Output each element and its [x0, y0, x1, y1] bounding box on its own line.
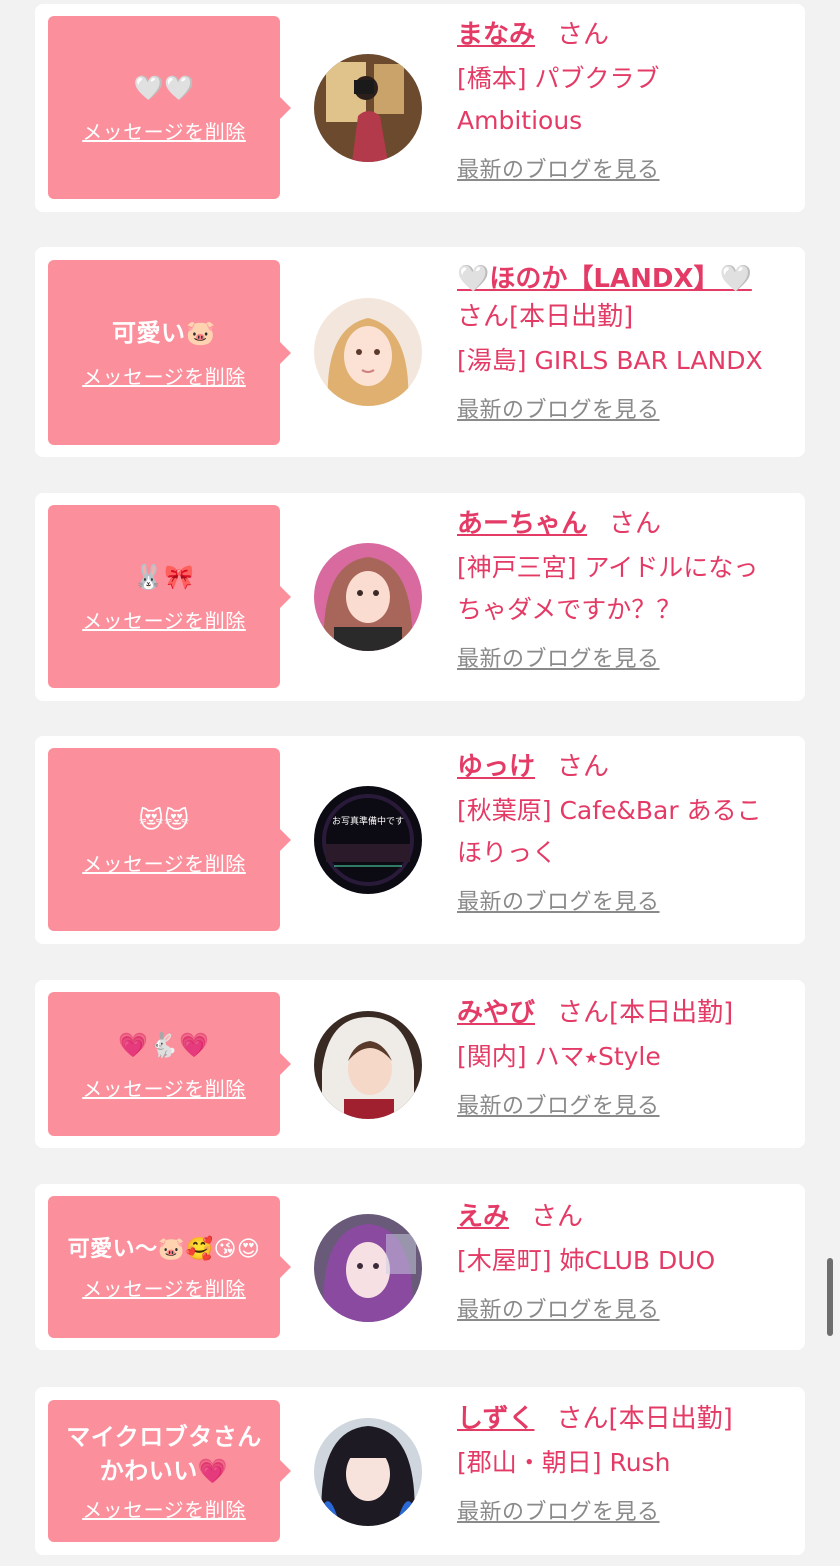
cast-name-link[interactable]: まなみ [457, 20, 535, 50]
shop-line: [郡山・朝日] Rush [457, 1448, 671, 1477]
scrollbar[interactable] [827, 1258, 833, 1336]
delete-message-link[interactable]: メッセージを削除 [82, 848, 246, 877]
avatar[interactable] [314, 298, 422, 406]
latest-blog-link[interactable]: 最新のブログを見る [457, 641, 660, 673]
message-bubble: 可愛い🐷 メッセージを削除 [48, 260, 291, 445]
latest-blog-link[interactable]: 最新のブログを見る [457, 1494, 660, 1526]
avatar[interactable] [314, 1011, 422, 1119]
list-item: 😻😻 メッセージを削除 お写真準備中です ゆっけ さん [秋葉原] Cafe&Ba… [35, 736, 805, 944]
name-suffix: さん [557, 752, 610, 782]
entry-info: まなみ さん [橋本] パブクラブ Ambitious 最新のブログを見る [457, 16, 797, 184]
message-bubble: 可愛い〜🐷🥰😘😍 メッセージを削除 [48, 1196, 291, 1338]
list-item: 可愛い🐷 メッセージを削除 🤍ほのか【LANDX】🤍 さん[本日出勤] [湯島]… [35, 247, 805, 457]
name-suffix: さん[本日出勤] [556, 1404, 733, 1434]
latest-blog-link[interactable]: 最新のブログを見る [457, 884, 660, 916]
entry-info: あーちゃん さん [神戸三宮] アイドルになっ ちゃダメですか？？ 最新のブログを… [457, 505, 797, 673]
shop-line: [秋葉原] Cafe&Bar あるこ [457, 796, 762, 825]
message-bubble: 🐰🎀 メッセージを削除 [48, 505, 291, 688]
entry-info: えみ さん [木屋町] 姉CLUB DUO 最新のブログを見る [457, 1198, 797, 1324]
cast-name-link[interactable]: えみ [457, 1202, 509, 1232]
cast-name-link[interactable]: しずく [457, 1404, 534, 1434]
avatar[interactable] [314, 1214, 422, 1322]
cast-name-link[interactable]: あーちゃん [457, 509, 587, 539]
message-bubble: マイクロブタさんかわいい💗 メッセージを削除 [48, 1400, 291, 1542]
cast-name-link[interactable]: みやび [457, 998, 535, 1028]
shop-info: [秋葉原] Cafe&Bar あるこ ほりっく [457, 790, 797, 874]
shop-info: [関内] ハマ⭑Style [457, 1036, 797, 1078]
delete-message-link[interactable]: メッセージを削除 [82, 1494, 246, 1523]
cast-name-link[interactable]: ゆっけ [457, 752, 535, 782]
message-text: 可愛い🐷 [112, 319, 216, 347]
message-bubble: 🤍🤍 メッセージを削除 [48, 16, 291, 199]
message-bubble: 😻😻 メッセージを削除 [48, 748, 291, 931]
name-suffix: さん [609, 509, 662, 539]
avatar[interactable] [314, 1418, 422, 1526]
shop-line: [湯島] GIRLS BAR LANDX [457, 346, 763, 375]
latest-blog-link[interactable]: 最新のブログを見る [457, 152, 660, 184]
shop-line: Ambitious [457, 106, 583, 135]
list-item: 🤍🤍 メッセージを削除 まなみ さん [橋本] パブクラブ Ambitious 最… [35, 4, 805, 212]
name-suffix: さん[本日出勤] [457, 302, 634, 332]
avatar[interactable] [314, 543, 422, 651]
message-bubble: 💗🐇💗 メッセージを削除 [48, 992, 291, 1136]
latest-blog-link[interactable]: 最新のブログを見る [457, 1088, 660, 1120]
message-text: マイクロブタさんかわいい💗 [66, 1422, 262, 1485]
list-item: 可愛い〜🐷🥰😘😍 メッセージを削除 えみ さん [木屋町] 姉CLUB DUO 最… [35, 1184, 805, 1350]
entry-info: 🤍ほのか【LANDX】🤍 さん[本日出勤] [湯島] GIRLS BAR LAN… [457, 260, 797, 424]
delete-message-link[interactable]: メッセージを削除 [82, 116, 246, 145]
shop-line: ほりっく [457, 838, 558, 867]
list-item: 💗🐇💗 メッセージを削除 みやび さん[本日出勤] [関内] ハマ⭑Style 最… [35, 980, 805, 1148]
shop-line: [橋本] パブクラブ [457, 64, 660, 93]
delete-message-link[interactable]: メッセージを削除 [82, 361, 246, 390]
latest-blog-link[interactable]: 最新のブログを見る [457, 392, 660, 424]
delete-message-link[interactable]: メッセージを削除 [82, 605, 246, 634]
shop-line: [関内] ハマ⭑Style [457, 1042, 661, 1071]
entry-info: みやび さん[本日出勤] [関内] ハマ⭑Style 最新のブログを見る [457, 994, 797, 1120]
shop-info: [郡山・朝日] Rush [457, 1442, 797, 1484]
cast-name-link[interactable]: 🤍ほのか【LANDX】🤍 [457, 264, 752, 294]
latest-blog-link[interactable]: 最新のブログを見る [457, 1292, 660, 1324]
message-text: 🐰🎀 [133, 563, 195, 591]
avatar[interactable]: お写真準備中です [314, 786, 422, 894]
avatar[interactable] [314, 54, 422, 162]
message-text: 可愛い〜🐷🥰😘😍 [67, 1236, 261, 1262]
shop-line: ちゃダメですか？？ [457, 595, 682, 624]
message-text: 😻😻 [138, 806, 190, 834]
shop-info: [木屋町] 姉CLUB DUO [457, 1240, 797, 1282]
name-suffix: さん [557, 20, 610, 50]
entry-info: しずく さん[本日出勤] [郡山・朝日] Rush 最新のブログを見る [457, 1400, 797, 1526]
message-text: 💗🐇💗 [118, 1030, 210, 1059]
name-suffix: さん [531, 1202, 584, 1232]
shop-info: [神戸三宮] アイドルになっ ちゃダメですか？？ [457, 547, 797, 631]
shop-info: [湯島] GIRLS BAR LANDX [457, 340, 797, 382]
shop-info: [橋本] パブクラブ Ambitious [457, 58, 797, 142]
entry-info: ゆっけ さん [秋葉原] Cafe&Bar あるこ ほりっく 最新のブログを見る [457, 748, 797, 916]
list-item: マイクロブタさんかわいい💗 メッセージを削除 しずく さん[本日出勤] [郡山・朝… [35, 1387, 805, 1555]
avatar-overlay-text: お写真準備中です [332, 815, 404, 827]
delete-message-link[interactable]: メッセージを削除 [82, 1273, 246, 1302]
message-text: 🤍🤍 [133, 74, 195, 102]
shop-line: [神戸三宮] アイドルになっ [457, 553, 759, 582]
list-item: 🐰🎀 メッセージを削除 あーちゃん さん [神戸三宮] アイドルになっ ちゃダメで… [35, 493, 805, 701]
shop-line: [木屋町] 姉CLUB DUO [457, 1246, 716, 1275]
delete-message-link[interactable]: メッセージを削除 [82, 1073, 246, 1102]
name-suffix: さん[本日出勤] [557, 998, 734, 1028]
